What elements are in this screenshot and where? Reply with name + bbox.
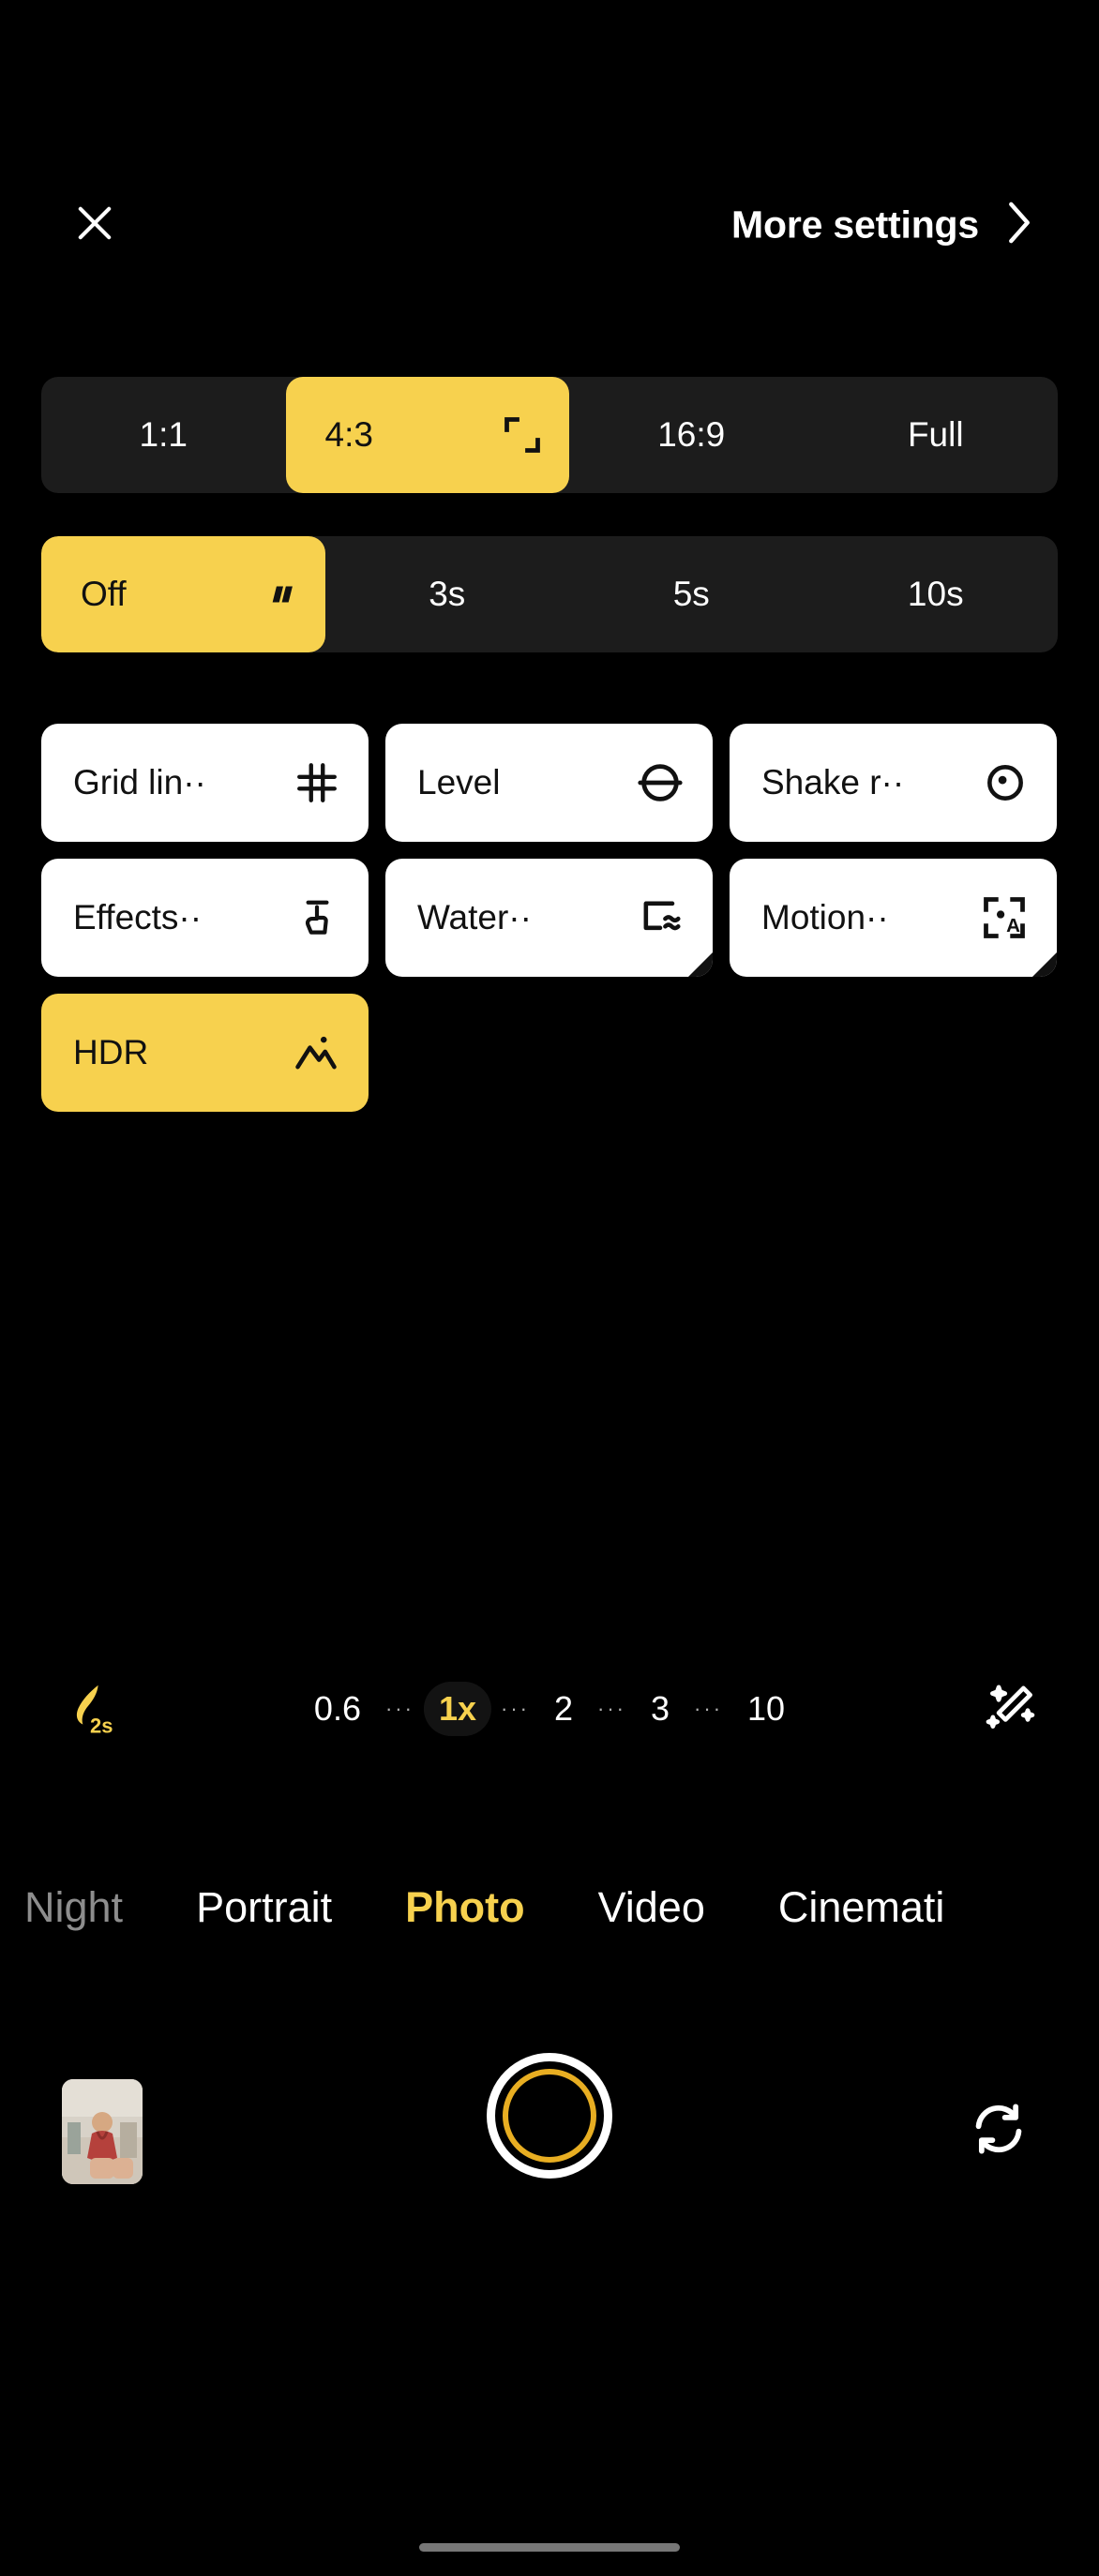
aspect-option-4-3[interactable]: 4:3 xyxy=(285,377,569,493)
motion-auto-icon: A xyxy=(980,893,1029,942)
aspect-option-16-9[interactable]: 16:9 xyxy=(569,377,814,493)
mode-tab-cinematic[interactable]: Cinemati xyxy=(778,1883,945,1932)
expand-corner-indicator xyxy=(688,952,713,977)
hdr-landscape-icon xyxy=(292,1028,340,1077)
zoom-separator: ··· xyxy=(597,1697,627,1720)
night-mode-duration: 2s xyxy=(90,1714,113,1738)
svg-text:A: A xyxy=(1006,915,1020,936)
capture-bar xyxy=(0,2053,1099,2276)
timer-option-off[interactable]: Off xyxy=(41,536,325,652)
home-indicator xyxy=(419,2543,680,2552)
expand-corner-indicator xyxy=(1032,952,1057,977)
shutter-inner-ring xyxy=(503,2069,596,2163)
close-button[interactable] xyxy=(66,196,124,254)
zoom-step-0-6[interactable]: 0.6 xyxy=(299,1682,376,1736)
feature-label: Level xyxy=(417,763,501,801)
watermark-icon xyxy=(636,893,685,942)
camera-settings-screen: More settings 1:1 4:3 16:9 Full Off 3s 5… xyxy=(0,0,1099,2576)
timer-off-icon xyxy=(267,578,299,610)
feature-motion[interactable]: Motion·· A xyxy=(730,859,1057,977)
feature-toggle-grid: Grid lin·· Level Shake r·· Effects·· Wat… xyxy=(41,724,1058,1112)
shake-reduce-icon xyxy=(982,759,1029,806)
zoom-step-2[interactable]: 2 xyxy=(539,1682,588,1736)
zoom-control-row: 2s 0.6 ··· 1x ··· 2 ··· 3 ··· 10 xyxy=(0,1657,1099,1760)
feature-hdr[interactable]: HDR xyxy=(41,994,369,1112)
capture-mode-tabs[interactable]: Night Portrait Photo Video Cinemati xyxy=(0,1852,1099,1963)
timer-option-5s[interactable]: 5s xyxy=(569,536,814,652)
chevron-right-icon xyxy=(1003,201,1035,250)
crop-corners-icon xyxy=(502,414,543,456)
feature-level[interactable]: Level xyxy=(385,724,713,842)
magic-wand-icon xyxy=(983,1685,1041,1740)
feature-label: Effects·· xyxy=(73,898,203,936)
level-icon xyxy=(636,758,685,807)
mode-tab-portrait[interactable]: Portrait xyxy=(196,1883,332,1932)
mode-tab-photo[interactable]: Photo xyxy=(405,1883,524,1932)
more-settings-label: More settings xyxy=(731,202,979,247)
feature-label: HDR xyxy=(73,1033,149,1071)
grid-lines-icon xyxy=(294,759,340,806)
zoom-separator: ··· xyxy=(384,1697,414,1720)
more-settings-button[interactable]: More settings xyxy=(731,201,1035,250)
settings-header: More settings xyxy=(0,178,1099,272)
zoom-step-1x[interactable]: 1x xyxy=(423,1682,492,1736)
close-icon xyxy=(70,199,119,252)
feature-label: Motion·· xyxy=(761,898,889,936)
feature-label: Grid lin·· xyxy=(73,763,206,801)
mode-tab-night[interactable]: Night xyxy=(24,1883,123,1932)
flip-camera-icon xyxy=(968,2098,1030,2164)
aspect-ratio-selector[interactable]: 1:1 4:3 16:9 Full xyxy=(41,377,1058,493)
zoom-step-3[interactable]: 3 xyxy=(636,1682,685,1736)
feature-shake-reduction[interactable]: Shake r·· xyxy=(730,724,1057,842)
aspect-option-1-1[interactable]: 1:1 xyxy=(41,377,286,493)
night-mode-button[interactable]: 2s xyxy=(58,1678,116,1741)
feature-label: Shake r·· xyxy=(761,763,905,801)
feature-watermark[interactable]: Water·· xyxy=(385,859,713,977)
timer-option-3s[interactable]: 3s xyxy=(325,536,570,652)
zoom-separator: ··· xyxy=(694,1697,724,1720)
gallery-thumbnail[interactable] xyxy=(62,2079,143,2184)
timer-option-10s[interactable]: 10s xyxy=(814,536,1059,652)
timer-selector[interactable]: Off 3s 5s 10s xyxy=(41,536,1058,652)
feature-label: Water·· xyxy=(417,898,532,936)
zoom-separator: ··· xyxy=(501,1697,530,1720)
flip-camera-button[interactable] xyxy=(964,2096,1033,2165)
magic-wand-button[interactable] xyxy=(983,1678,1041,1741)
shutter-button[interactable] xyxy=(487,2053,612,2179)
aspect-option-full[interactable]: Full xyxy=(814,377,1059,493)
zoom-step-10[interactable]: 10 xyxy=(732,1682,800,1736)
effects-hand-icon xyxy=(294,894,340,941)
zoom-level-scale[interactable]: 0.6 ··· 1x ··· 2 ··· 3 ··· 10 xyxy=(299,1682,800,1736)
mode-tab-video[interactable]: Video xyxy=(598,1883,705,1932)
feature-grid-lines[interactable]: Grid lin·· xyxy=(41,724,369,842)
feature-effects[interactable]: Effects·· xyxy=(41,859,369,977)
